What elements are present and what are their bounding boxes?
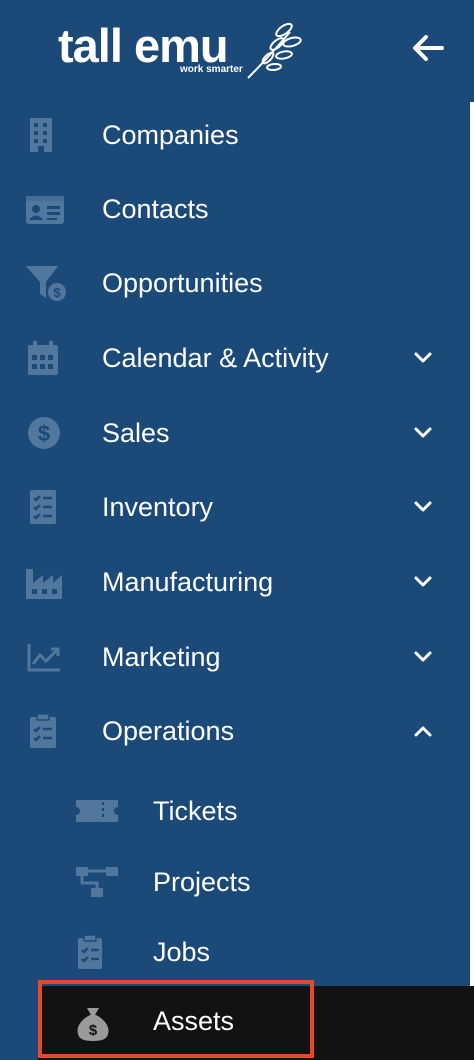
clipboard-list-icon — [78, 935, 102, 969]
svg-text:$: $ — [53, 285, 61, 300]
sidebar-edge — [470, 102, 474, 1060]
sidebar: tall emu work smarter Companies Contacts… — [0, 0, 474, 1060]
nav-item-calendar-activity[interactable]: Calendar & Activity — [0, 327, 470, 387]
nav-label: Inventory — [102, 492, 214, 522]
clipboard-icon — [30, 714, 56, 748]
nav-item-opportunities[interactable]: $ Opportunities — [0, 252, 470, 312]
nav-label: Manufacturing — [102, 567, 274, 597]
emu-feather-icon — [247, 22, 302, 79]
nav-label: Contacts — [102, 194, 209, 224]
nav-subitem-tickets[interactable]: Tickets — [0, 780, 470, 840]
brand-logo[interactable]: tall emu work smarter — [58, 20, 308, 80]
nav-label: Opportunities — [102, 268, 263, 298]
nav-label: Marketing — [102, 642, 221, 672]
chevron-down-icon[interactable] — [410, 494, 436, 520]
assets-highlight-outline — [38, 980, 314, 1058]
chevron-up-icon[interactable] — [410, 718, 436, 744]
collapse-sidebar-button[interactable] — [408, 28, 448, 68]
nav-item-marketing[interactable]: Marketing — [0, 626, 470, 686]
nav-subitem-jobs[interactable]: Jobs — [0, 921, 470, 981]
nav-label: Tickets — [153, 796, 238, 826]
brand-tagline: work smarter — [180, 64, 243, 75]
funnel-dollar-icon: $ — [26, 266, 68, 303]
nav-label: Projects — [153, 867, 251, 897]
nav-label: Calendar & Activity — [102, 343, 329, 373]
ticket-icon — [76, 800, 118, 822]
id-card-icon — [26, 196, 64, 224]
nav-item-manufacturing[interactable]: Manufacturing — [0, 551, 470, 611]
trend-chart-icon — [27, 644, 60, 672]
building-icon — [30, 118, 52, 152]
arrow-left-icon — [413, 35, 444, 61]
nav-label: Operations — [102, 716, 235, 746]
dollar-circle-icon: $ — [28, 417, 60, 449]
project-tree-icon — [76, 867, 118, 897]
nav-label: Sales — [102, 418, 170, 448]
nav-label: Jobs — [153, 937, 211, 967]
checklist-icon — [30, 490, 56, 524]
nav-subitem-projects[interactable]: Projects — [0, 851, 470, 911]
calendar-icon — [28, 341, 58, 375]
factory-icon — [26, 569, 62, 599]
nav-item-sales[interactable]: $ Sales — [0, 402, 470, 462]
svg-text:$: $ — [38, 421, 50, 446]
chevron-down-icon[interactable] — [410, 420, 436, 446]
nav-item-inventory[interactable]: Inventory — [0, 476, 470, 536]
chevron-down-icon[interactable] — [410, 345, 436, 371]
nav-item-contacts[interactable]: Contacts — [0, 178, 470, 238]
nav-item-companies[interactable]: Companies — [0, 104, 470, 164]
chevron-down-icon[interactable] — [410, 569, 436, 595]
nav-label: Companies — [102, 120, 239, 150]
chevron-down-icon[interactable] — [410, 644, 436, 670]
nav-item-operations[interactable]: Operations — [0, 700, 470, 760]
